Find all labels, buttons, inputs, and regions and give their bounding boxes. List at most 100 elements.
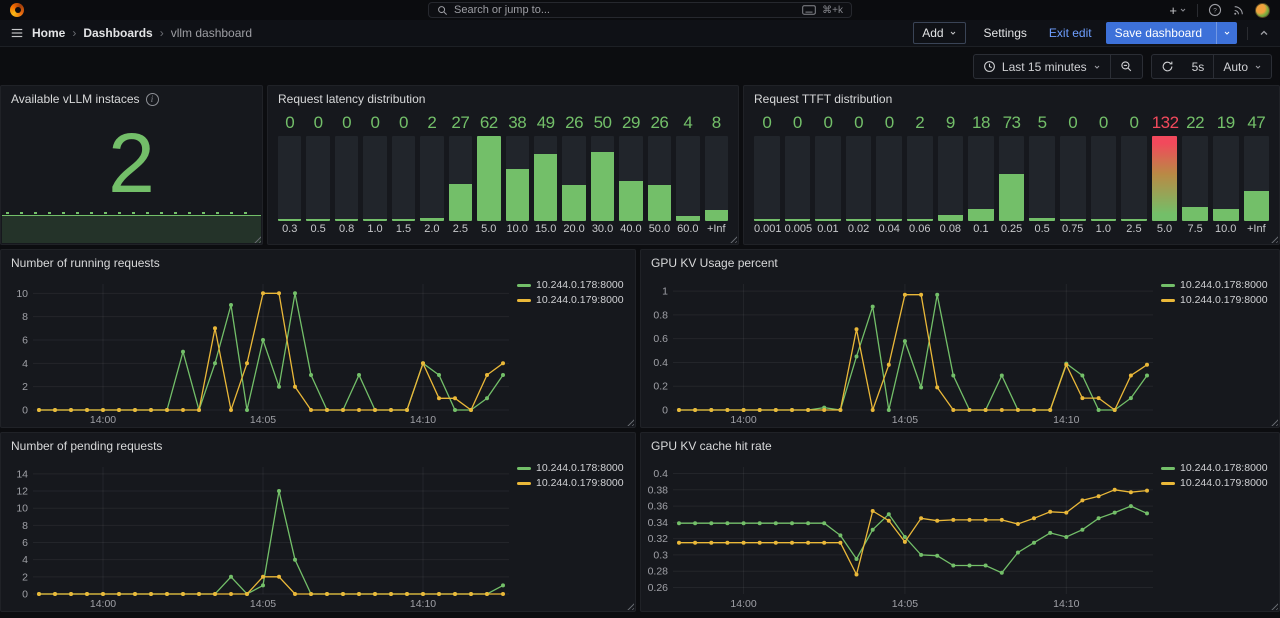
- bar-value: 22: [1182, 112, 1208, 136]
- legend-item[interactable]: 10.244.0.178:8000: [517, 279, 631, 291]
- latency-histogram[interactable]: 00.300.500.801.001.522.0272.5625.03810.0…: [268, 112, 738, 243]
- search-box[interactable]: ⌘+k: [428, 2, 852, 18]
- bar-fill: [420, 218, 443, 221]
- legend-item[interactable]: 10.244.0.178:8000: [1161, 462, 1275, 474]
- data-point: [181, 408, 185, 412]
- data-point: [117, 592, 121, 596]
- legend-color-dash: [517, 467, 531, 470]
- chevron-down-icon: [1254, 63, 1262, 71]
- legend-item[interactable]: 10.244.0.178:8000: [1161, 279, 1275, 291]
- legend-item[interactable]: 10.244.0.179:8000: [1161, 477, 1275, 489]
- bar-track: [477, 136, 500, 221]
- x-tick-label: 14:05: [892, 598, 918, 610]
- legend-item[interactable]: 10.244.0.179:8000: [1161, 294, 1275, 306]
- bar-fill: [815, 219, 841, 221]
- user-avatar[interactable]: [1255, 3, 1270, 18]
- bar-label: 0.25: [999, 221, 1025, 238]
- gpu-kv-usage-svg[interactable]: 14:0014:0514:1000.20.40.60.81: [641, 276, 1161, 426]
- grafana-logo[interactable]: [10, 3, 24, 17]
- data-point: [903, 339, 907, 343]
- data-point: [725, 521, 729, 525]
- data-point: [1000, 571, 1004, 575]
- y-tick-label: 0.26: [648, 582, 669, 594]
- news-button[interactable]: [1232, 4, 1245, 17]
- gpu-kv-cache-hit-rate-svg[interactable]: 14:0014:0514:100.260.280.30.320.340.360.…: [641, 459, 1161, 610]
- histogram-column: 1910.0: [1213, 112, 1239, 238]
- data-point: [357, 592, 361, 596]
- data-point: [37, 592, 41, 596]
- ttft-histogram[interactable]: 00.00100.00500.0100.0200.0420.0690.08180…: [744, 112, 1279, 243]
- breadcrumb-dashboards[interactable]: Dashboards: [83, 26, 152, 40]
- bar-value: 38: [506, 112, 529, 136]
- zoom-out-time-button[interactable]: [1111, 55, 1142, 78]
- data-point: [485, 373, 489, 377]
- panel-header[interactable]: Number of pending requests: [1, 433, 635, 459]
- legend-item[interactable]: 10.244.0.179:8000: [517, 477, 631, 489]
- legend-item[interactable]: 10.244.0.179:8000: [517, 294, 631, 306]
- help-button[interactable]: ?: [1208, 3, 1222, 17]
- exit-edit-button[interactable]: Exit edit: [1045, 22, 1096, 44]
- gpu-kv-cache-hit-rate-plot[interactable]: 14:0014:0514:100.260.280.30.320.340.360.…: [641, 459, 1161, 610]
- panel-header[interactable]: Number of running requests: [1, 250, 635, 276]
- panel-header[interactable]: Request TTFT distribution: [744, 86, 1279, 112]
- gpu-kv-usage-plot[interactable]: 14:0014:0514:1000.20.40.60.81: [641, 276, 1161, 426]
- settings-button[interactable]: Settings: [976, 22, 1035, 44]
- pending-requests-svg[interactable]: 14:0014:0514:1002468101214: [1, 459, 517, 610]
- bar-fill: [785, 219, 811, 221]
- data-point: [822, 521, 826, 525]
- data-point: [887, 363, 891, 367]
- running-requests-svg[interactable]: 14:0014:0514:100246810: [1, 276, 517, 426]
- data-point: [405, 592, 409, 596]
- running-requests-plot[interactable]: 14:0014:0514:100246810: [1, 276, 517, 426]
- y-tick-label: 6: [22, 335, 28, 347]
- histogram-column: 20.06: [907, 112, 933, 238]
- data-point: [1080, 498, 1084, 502]
- legend-color-dash: [1161, 299, 1175, 302]
- collapse-top-bar-icon[interactable]: [1258, 27, 1270, 39]
- save-dashboard-menu[interactable]: [1216, 22, 1237, 44]
- data-point: [1064, 535, 1068, 539]
- data-point: [968, 518, 972, 522]
- panel-header[interactable]: GPU KV Usage percent: [641, 250, 1279, 276]
- panel-header[interactable]: Available vLLM instaces i: [1, 86, 262, 112]
- bar-value: 4: [676, 112, 699, 136]
- info-icon[interactable]: i: [146, 93, 159, 106]
- data-point: [693, 541, 697, 545]
- new-menu-button[interactable]: +: [1169, 4, 1187, 17]
- add-button[interactable]: Add: [913, 22, 965, 44]
- data-point: [935, 519, 939, 523]
- refresh-button[interactable]: [1152, 55, 1183, 78]
- legend: 10.244.0.178:8000 10.244.0.179:8000: [1161, 276, 1279, 426]
- bar-track: [278, 136, 301, 221]
- time-range-picker[interactable]: Last 15 minutes: [974, 55, 1110, 78]
- histogram-column: 00.3: [278, 112, 301, 238]
- data-point: [855, 355, 859, 359]
- save-dashboard-button[interactable]: Save dashboard: [1106, 22, 1237, 44]
- bar-track: [815, 136, 841, 221]
- data-point: [822, 541, 826, 545]
- legend-item[interactable]: 10.244.0.178:8000: [517, 462, 631, 474]
- data-point: [1097, 396, 1101, 400]
- bar-label: 0.75: [1060, 221, 1086, 238]
- breadcrumb-home[interactable]: Home: [32, 26, 65, 40]
- panel-header[interactable]: GPU KV cache hit rate: [641, 433, 1279, 459]
- bar-fill: [1121, 219, 1147, 221]
- refresh-interval-label[interactable]: 5s: [1183, 55, 1214, 78]
- bar-value: 0: [278, 112, 301, 136]
- auto-dropdown[interactable]: Auto: [1214, 55, 1271, 78]
- panel-header[interactable]: Request latency distribution: [268, 86, 738, 112]
- bar-label: 0.01: [815, 221, 841, 238]
- search-input[interactable]: [454, 4, 796, 16]
- data-point: [871, 408, 875, 412]
- histogram-column: 3810.0: [506, 112, 529, 238]
- data-point: [437, 592, 441, 596]
- bar-label: 0.02: [846, 221, 872, 238]
- hamburger-menu-icon[interactable]: [10, 26, 24, 40]
- data-point: [229, 408, 233, 412]
- data-point: [293, 385, 297, 389]
- pending-requests-plot[interactable]: 14:0014:0514:1002468101214: [1, 459, 517, 610]
- y-tick-label: 0.28: [648, 566, 669, 578]
- data-point: [245, 592, 249, 596]
- bar-label: 0.5: [1029, 221, 1055, 238]
- bar-value: 18: [968, 112, 994, 136]
